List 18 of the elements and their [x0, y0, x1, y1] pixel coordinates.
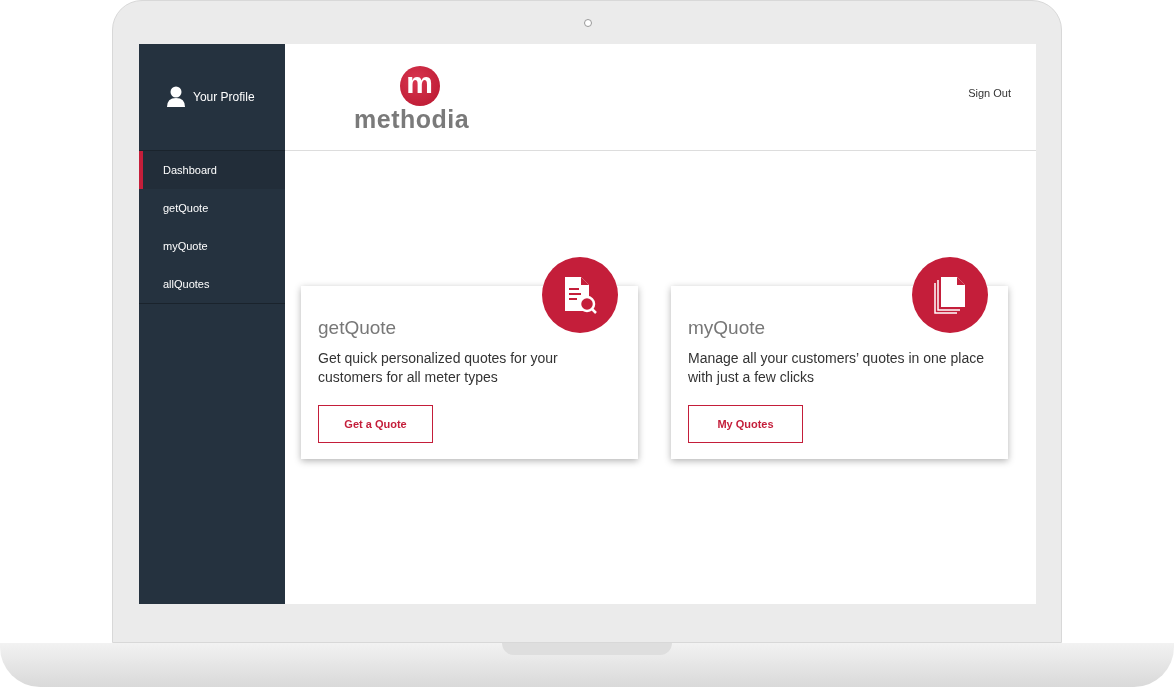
card-title: getQuote [318, 316, 398, 340]
user-icon [167, 86, 185, 108]
nav-item[interactable]: Dashboard [139, 151, 285, 189]
card-action-button[interactable]: Get a Quote [318, 405, 433, 443]
nav-item[interactable]: myQuote [139, 227, 285, 265]
nav-item[interactable]: allQuotes [139, 265, 285, 303]
card-title: myQuote [688, 316, 767, 340]
documents-icon [933, 275, 967, 315]
card-description: Manage all your customers’ quotes in one place with just a few clicks [688, 349, 985, 387]
sign-out-link[interactable]: Sign Out [968, 87, 1011, 99]
camera-icon [583, 19, 592, 27]
card-description: Get quick personalized quotes for your customers for all meter types [318, 349, 559, 387]
logo-mark: m [399, 66, 440, 106]
profile-link[interactable]: Your Profile [193, 90, 255, 104]
card-action-button[interactable]: My Quotes [688, 405, 803, 443]
nav-item[interactable]: getQuote [139, 189, 285, 227]
document-search-icon [563, 275, 597, 315]
logo-wordmark: methodia [354, 106, 470, 132]
